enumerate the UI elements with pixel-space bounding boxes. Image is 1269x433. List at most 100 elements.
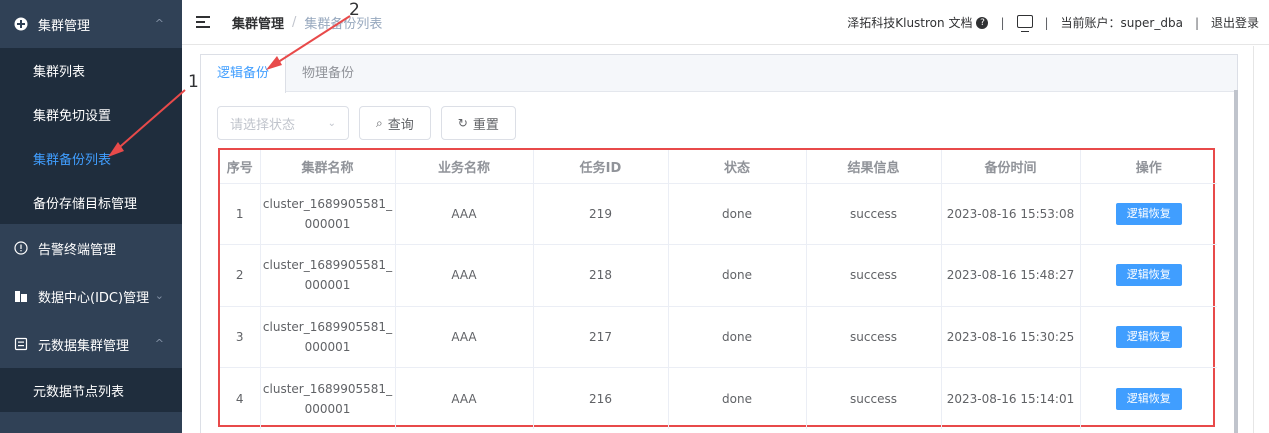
hamburger-menu-icon[interactable] xyxy=(196,16,210,28)
breadcrumb-current: 集群备份列表 xyxy=(304,16,383,32)
sidebar-item-metadata-node-list[interactable]: 元数据节点列表 xyxy=(0,368,182,412)
help-icon[interactable]: ? xyxy=(976,16,989,29)
reset-button[interactable]: ↻ 重置 xyxy=(440,106,516,140)
table-header-row: 序号 集群名称 业务名称 任务ID 状态 结果信息 备份时间 操作 xyxy=(220,150,1217,184)
annotation-number-2: 2 xyxy=(349,0,360,20)
breadcrumb-separator: / xyxy=(292,14,297,30)
backup-table: 序号 集群名称 业务名称 任务ID 状态 结果信息 备份时间 操作 1 clus… xyxy=(220,150,1217,429)
sidebar-item-cluster-list[interactable]: 集群列表 xyxy=(0,48,182,92)
header-right: 泽拓科技Klustron 文档 ? | | 当前账户：super_dba | 退… xyxy=(847,0,1259,45)
refresh-icon: ↻ xyxy=(457,116,468,130)
sidebar-item-backup-storage-target[interactable]: 备份存储目标管理 xyxy=(0,180,182,224)
sidebar-item-cluster-failover-settings[interactable]: 集群免切设置 xyxy=(0,92,182,136)
cell-business-name: AAA xyxy=(395,183,534,245)
current-account: 当前账户：super_dba xyxy=(1060,16,1183,30)
top-header: 集群管理 / 集群备份列表 泽拓科技Klustron 文档 ? | | 当前账户… xyxy=(182,0,1269,45)
filter-bar: 请选择状态 ⌄ ⌕ 查询 ↻ 重置 xyxy=(217,106,516,140)
column-header-business-name: 业务名称 xyxy=(395,150,534,184)
database-icon xyxy=(14,337,28,351)
logical-restore-button[interactable]: 逻辑恢复 xyxy=(1115,264,1182,287)
status-select[interactable]: 请选择状态 ⌄ xyxy=(217,106,349,140)
plus-circle-icon xyxy=(14,17,28,31)
column-header-result: 结果信息 xyxy=(806,150,942,184)
cell-result: success xyxy=(806,244,942,307)
breadcrumb-parent[interactable]: 集群管理 xyxy=(232,13,284,32)
backup-table-highlight: 序号 集群名称 业务名称 任务ID 状态 结果信息 备份时间 操作 1 clus… xyxy=(218,148,1217,429)
menu-group-alarm-terminal[interactable]: 告警终端管理 xyxy=(0,224,182,272)
menu-group-label: 集群管理 xyxy=(38,18,91,34)
logical-restore-button[interactable]: 逻辑恢复 xyxy=(1115,325,1182,348)
cluster-name-line: 000001 xyxy=(304,401,351,416)
cell-status: done xyxy=(668,183,807,245)
cell-business-name: AAA xyxy=(395,244,534,307)
cell-no: 1 xyxy=(220,183,261,245)
cell-task-id: 216 xyxy=(533,367,669,429)
submenu-metadata: 元数据节点列表 xyxy=(0,368,182,412)
table-row: 2 cluster_1689905581_ 000001 AAA 218 done… xyxy=(220,244,1217,307)
sidebar: 集群管理 ^ 集群列表 集群免切设置 集群备份列表 备份存储目标管理 告警终端管… xyxy=(0,0,182,433)
menu-group-cluster-management[interactable]: 集群管理 ^ xyxy=(0,0,182,48)
column-header-status: 状态 xyxy=(668,150,807,184)
column-header-cluster-name: 集群名称 xyxy=(260,150,396,184)
cell-status: done xyxy=(668,367,807,429)
vertical-scrollbar[interactable] xyxy=(1234,90,1238,433)
cell-status: done xyxy=(668,244,807,307)
info-circle-icon xyxy=(14,241,28,255)
cluster-name-line: 000001 xyxy=(304,216,351,231)
building-icon xyxy=(14,289,28,303)
column-header-action: 操作 xyxy=(1080,150,1217,184)
column-header-no: 序号 xyxy=(220,150,261,184)
cell-task-id: 218 xyxy=(533,244,669,307)
cell-action: 逻辑恢复 xyxy=(1080,306,1217,368)
search-button[interactable]: ⌕ 查询 xyxy=(359,106,431,140)
table-row: 4 cluster_1689905581_ 000001 AAA 216 done… xyxy=(220,367,1217,430)
cell-business-name: AAA xyxy=(395,367,534,429)
logical-restore-button[interactable]: 逻辑恢复 xyxy=(1115,202,1182,225)
menu-group-metadata-cluster[interactable]: 元数据集群管理 ^ xyxy=(0,320,182,368)
cell-action: 逻辑恢复 xyxy=(1080,244,1217,307)
cell-task-id: 217 xyxy=(533,306,669,368)
chevron-down-icon: ⌄ xyxy=(327,117,336,129)
cell-cluster-name: cluster_1689905581_ 000001 xyxy=(260,306,396,368)
cell-action: 逻辑恢复 xyxy=(1080,368,1217,430)
cell-backup-time: 2023-08-16 15:53:08 xyxy=(941,183,1081,245)
header-separator: | xyxy=(1000,15,1005,30)
search-button-label: 查询 xyxy=(387,117,414,133)
tab-logical-backup[interactable]: 逻辑备份 xyxy=(201,55,287,93)
chevron-up-icon: ^ xyxy=(154,337,164,350)
content-card: 逻辑备份 物理备份 请选择状态 ⌄ ⌕ 查询 ↻ 重置 序号 集群名称 业务名称 xyxy=(200,54,1238,433)
page-right-divider xyxy=(1253,46,1254,433)
tab-physical-backup[interactable]: 物理备份 xyxy=(286,55,370,92)
column-header-backup-time: 备份时间 xyxy=(941,150,1081,184)
menu-group-label: 告警终端管理 xyxy=(38,242,117,258)
cell-result: success xyxy=(806,367,942,429)
cluster-name-line: 000001 xyxy=(304,278,351,293)
docs-link[interactable]: 泽拓科技Klustron 文档 xyxy=(847,14,972,31)
annotation-number-1: 1 xyxy=(188,72,199,92)
sidebar-item-cluster-backup-list[interactable]: 集群备份列表 xyxy=(0,136,182,180)
cluster-name-line: cluster_1689905581_ xyxy=(262,381,393,396)
cell-result: success xyxy=(806,306,942,368)
cell-backup-time: 2023-08-16 15:14:01 xyxy=(941,367,1081,429)
cell-cluster-name: cluster_1689905581_ 000001 xyxy=(260,183,396,245)
submenu-cluster: 集群列表 集群免切设置 集群备份列表 备份存储目标管理 xyxy=(0,48,182,224)
logical-restore-button[interactable]: 逻辑恢复 xyxy=(1115,387,1182,410)
cell-result: success xyxy=(806,183,942,245)
menu-group-label: 数据中心(IDC)管理 xyxy=(38,290,150,306)
logout-link[interactable]: 退出登录 xyxy=(1211,14,1259,31)
monitor-icon[interactable] xyxy=(1016,15,1033,32)
header-separator: | xyxy=(1044,15,1049,30)
cell-task-id: 219 xyxy=(533,183,669,245)
search-icon: ⌕ xyxy=(376,115,383,130)
header-separator: | xyxy=(1194,15,1199,30)
cell-cluster-name: cluster_1689905581_ 000001 xyxy=(260,244,396,307)
cell-backup-time: 2023-08-16 15:48:27 xyxy=(941,244,1081,307)
backup-tabs: 逻辑备份 物理备份 xyxy=(201,55,1237,93)
cluster-name-line: cluster_1689905581_ xyxy=(262,258,393,273)
menu-group-idc[interactable]: 数据中心(IDC)管理 ⌄ xyxy=(0,272,182,320)
reset-button-label: 重置 xyxy=(472,117,499,133)
menu-group-label: 元数据集群管理 xyxy=(38,338,130,354)
cell-no: 4 xyxy=(220,367,261,429)
cluster-name-line: cluster_1689905581_ xyxy=(262,319,393,334)
cell-cluster-name: cluster_1689905581_ 000001 xyxy=(260,367,396,429)
